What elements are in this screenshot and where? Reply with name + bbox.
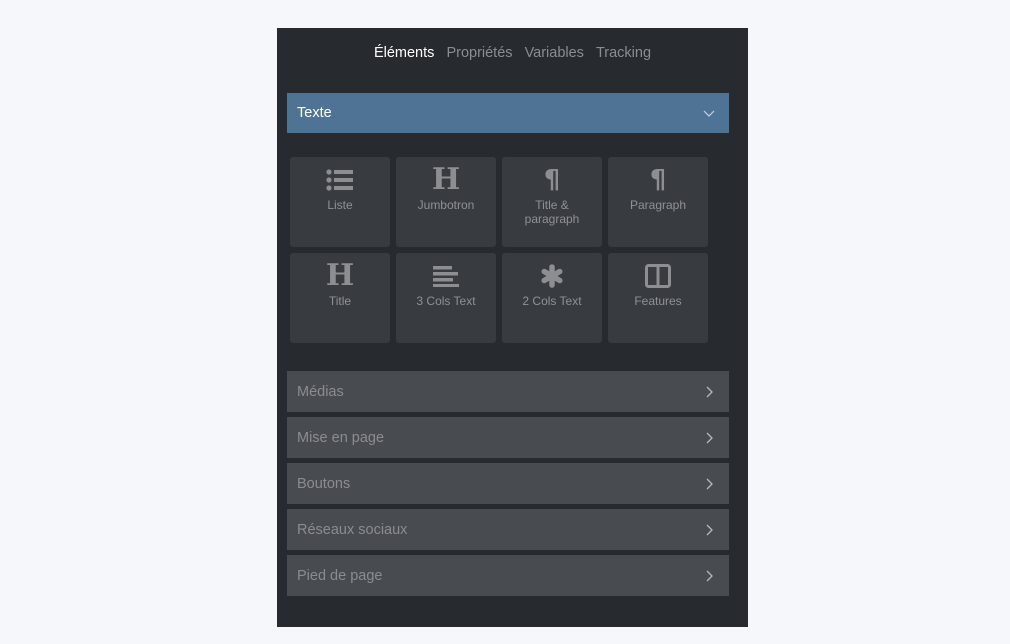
paragraph-icon: ¶ <box>543 165 561 195</box>
chevron-right-icon <box>706 478 713 490</box>
accordion-boutons[interactable]: Boutons <box>287 463 729 504</box>
chevron-right-icon <box>706 524 713 536</box>
tile-label: Jumbotron <box>417 198 475 212</box>
accordion-medias[interactable]: Médias <box>287 371 729 412</box>
tile-label: Title <box>328 294 352 308</box>
chevron-right-icon <box>706 386 713 398</box>
accordion-label: Réseaux sociaux <box>297 522 408 538</box>
tile-title-paragraph[interactable]: ¶ Title & paragraph <box>502 157 602 247</box>
accordion-label: Médias <box>297 384 344 400</box>
accordion-label: Mise en page <box>297 430 385 446</box>
list-icon <box>290 167 390 193</box>
tile-label: 2 Cols Text <box>522 294 582 308</box>
tile-features[interactable]: Features <box>608 253 708 343</box>
heading-icon: H <box>431 162 461 197</box>
heading-icon: H <box>325 258 355 293</box>
tile-3-cols-text[interactable]: 3 Cols Text <box>396 253 496 343</box>
tile-2-cols-text[interactable]: 2 Cols Text <box>502 253 602 343</box>
tab-properties[interactable]: Propriétés <box>446 45 512 61</box>
chevron-down-icon <box>703 110 715 117</box>
tab-variables[interactable]: Variables <box>525 45 584 61</box>
accordion-label: Boutons <box>297 476 351 492</box>
accordion-pied-de-page[interactable]: Pied de page <box>287 555 729 596</box>
section-header-texte[interactable]: Texte <box>287 93 729 133</box>
accordion-reseaux-sociaux[interactable]: Réseaux sociaux <box>287 509 729 550</box>
tile-label: Title & paragraph <box>524 198 580 226</box>
panel-tabs: Éléments Propriétés Variables Tracking <box>277 45 748 61</box>
section-title: Texte <box>297 105 332 121</box>
chevron-right-icon <box>706 432 713 444</box>
accordion-label: Pied de page <box>297 568 383 584</box>
tile-label: Features <box>634 294 682 308</box>
elements-panel: Éléments Propriétés Variables Tracking T… <box>277 28 748 627</box>
asterisk-icon <box>502 263 602 289</box>
tile-title[interactable]: H Title <box>290 253 390 343</box>
tile-label: Paragraph <box>629 198 687 212</box>
tile-liste[interactable]: Liste <box>290 157 390 247</box>
tile-label: Liste <box>327 198 353 212</box>
columns-icon <box>608 263 708 289</box>
tile-label: 3 Cols Text <box>416 294 476 308</box>
chevron-right-icon <box>706 570 713 582</box>
tab-elements[interactable]: Éléments <box>374 45 434 61</box>
paragraph-icon: ¶ <box>649 165 667 195</box>
tile-jumbotron[interactable]: H Jumbotron <box>396 157 496 247</box>
align-left-icon <box>396 263 496 289</box>
tab-tracking[interactable]: Tracking <box>596 45 651 61</box>
tile-paragraph[interactable]: ¶ Paragraph <box>608 157 708 247</box>
accordion-mise-en-page[interactable]: Mise en page <box>287 417 729 458</box>
